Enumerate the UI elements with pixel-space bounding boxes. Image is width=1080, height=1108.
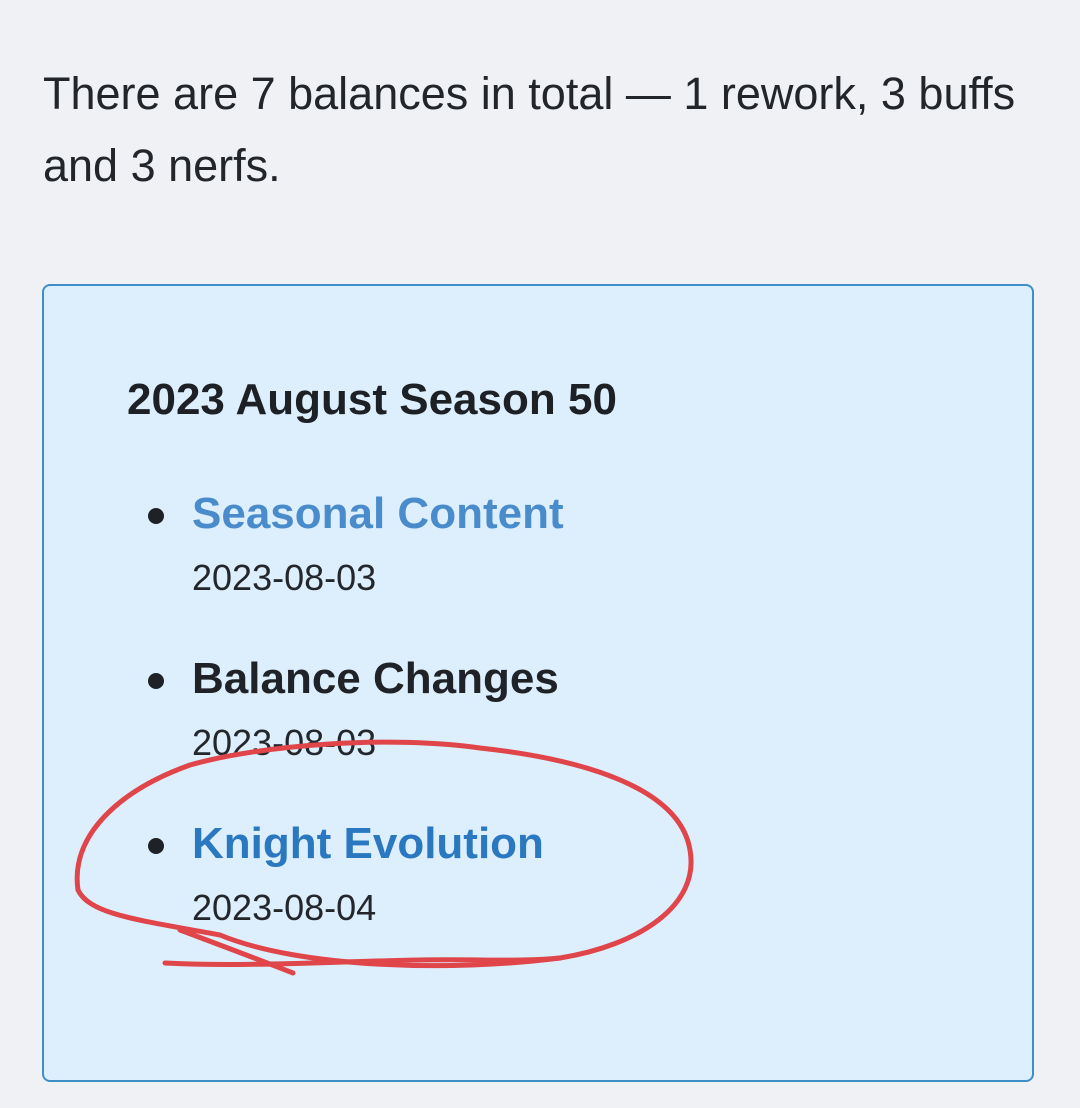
- bullet-icon: [148, 838, 164, 854]
- intro-paragraph: There are 7 balances in total — 1 rework…: [43, 68, 1016, 191]
- bullet-icon: [148, 508, 164, 524]
- bullet-icon: [148, 673, 164, 689]
- update-item-seasonal-content: Seasonal Content 2023-08-03: [148, 484, 848, 604]
- update-item-balance-changes: Balance Changes 2023-08-03: [148, 649, 848, 769]
- update-date: 2023-08-04: [192, 887, 377, 928]
- season-heading: 2023 August Season 50: [127, 375, 617, 424]
- balance-changes-title: Balance Changes: [192, 654, 559, 703]
- update-item-knight-evolution: Knight Evolution 2023-08-04: [148, 814, 848, 934]
- update-date: 2023-08-03: [192, 557, 377, 598]
- season-panel: 2023 August Season 50 Seasonal Content 2…: [42, 284, 1034, 1082]
- update-date: 2023-08-03: [192, 722, 377, 763]
- seasonal-content-link[interactable]: Seasonal Content: [192, 484, 564, 544]
- knight-evolution-link[interactable]: Knight Evolution: [192, 814, 544, 874]
